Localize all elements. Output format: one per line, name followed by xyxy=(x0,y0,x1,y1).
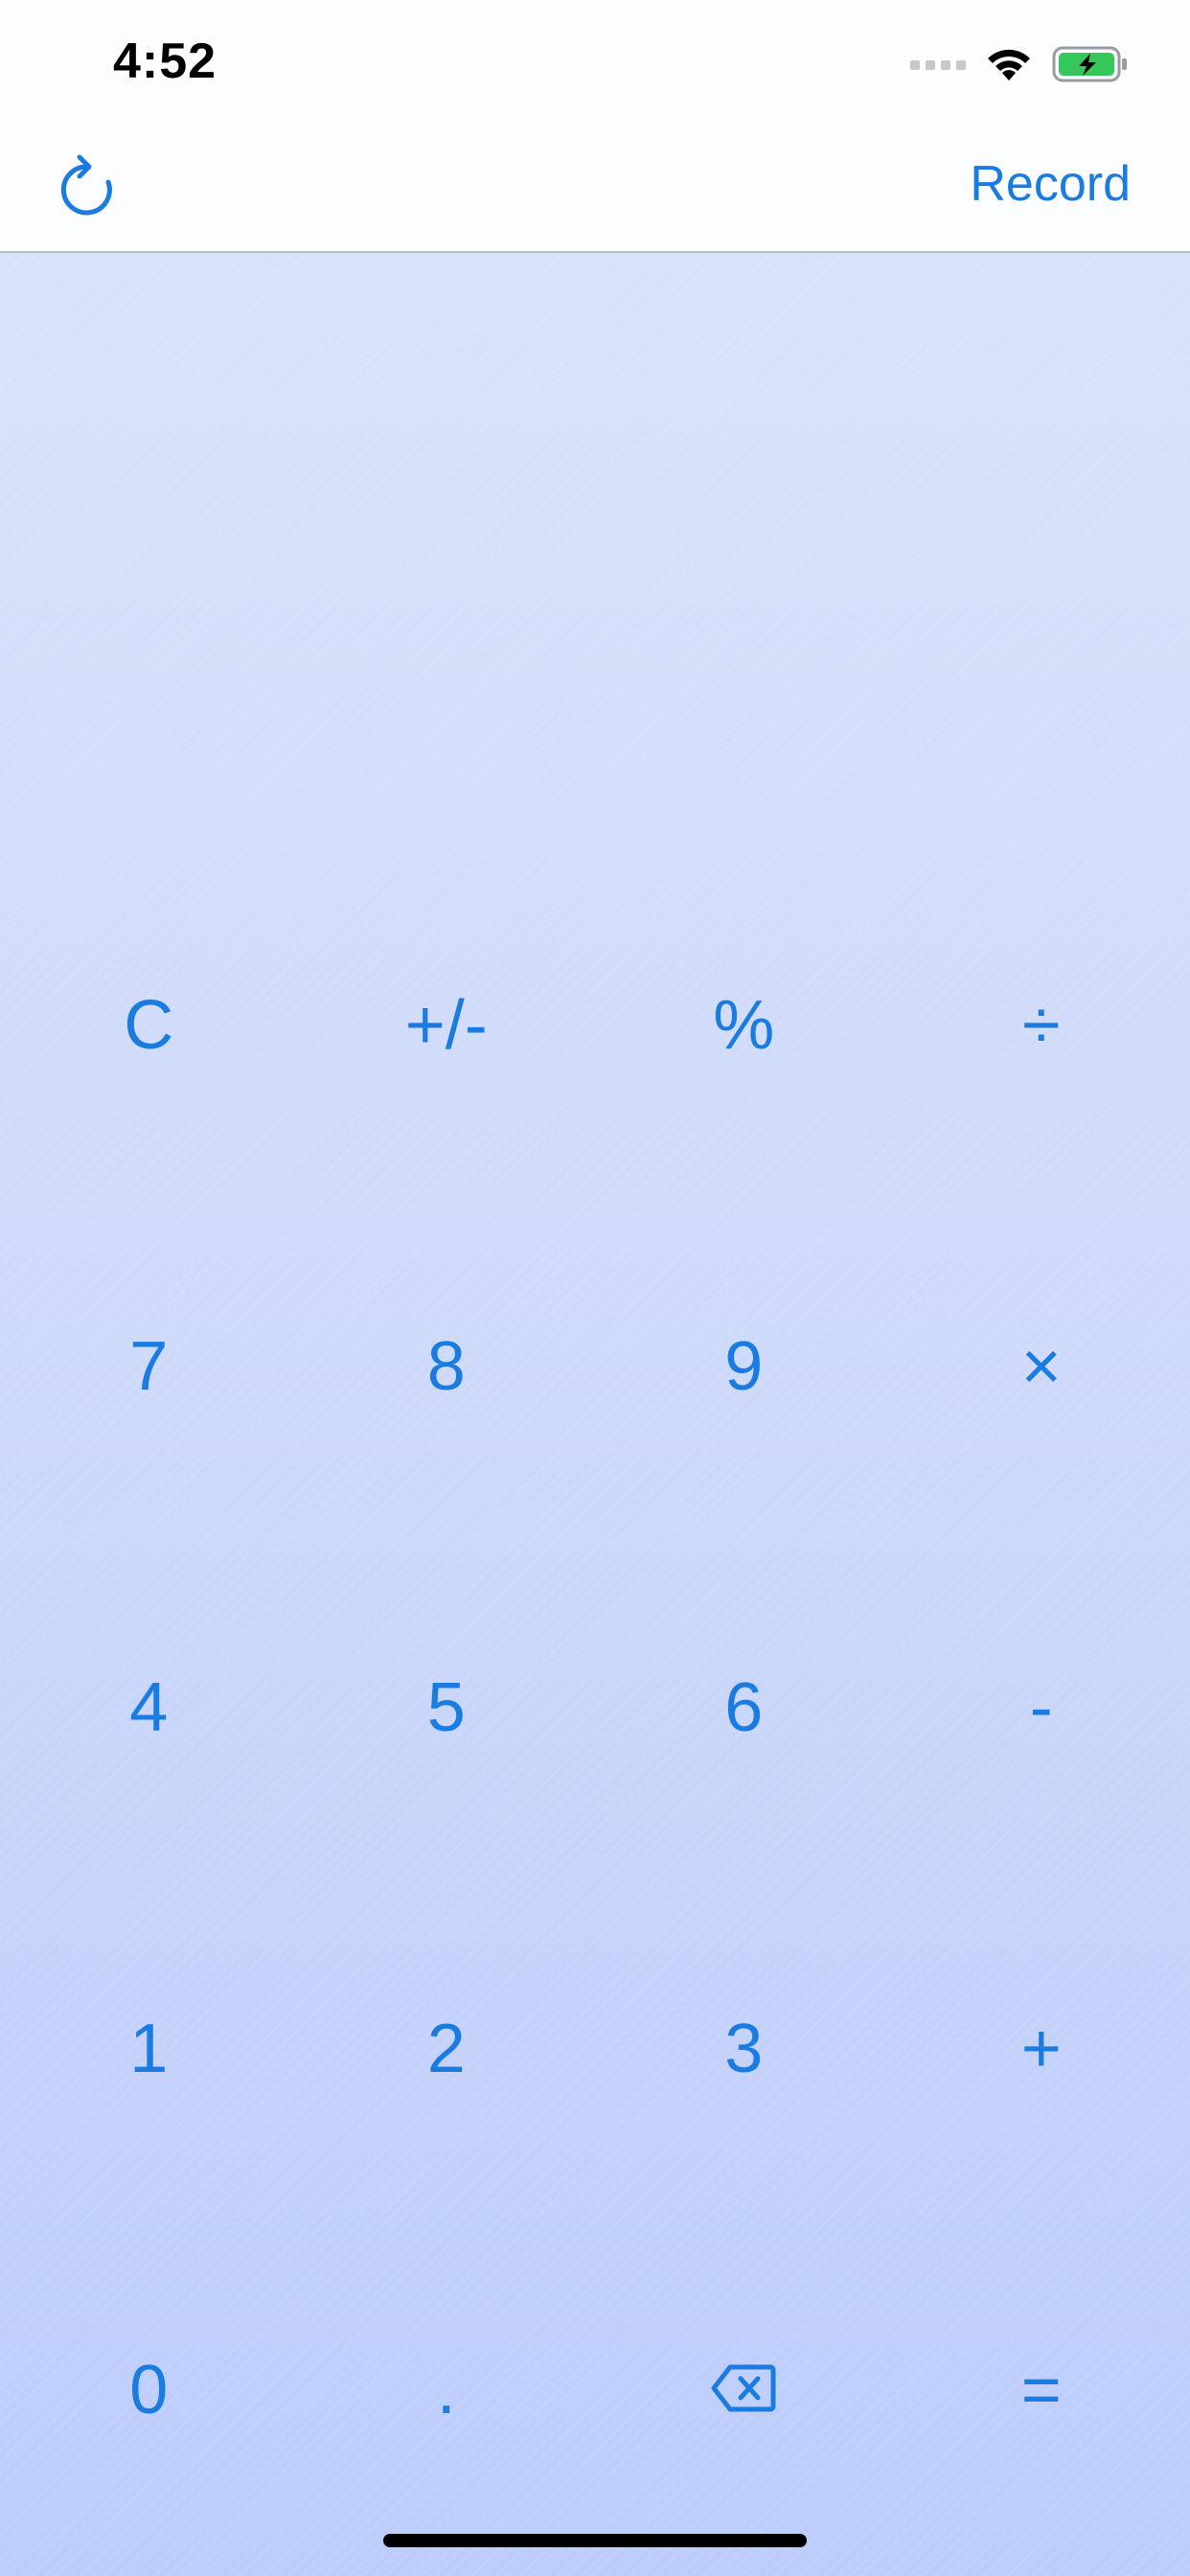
clear-key-label: C xyxy=(124,987,174,1064)
digit-7-key-label: 7 xyxy=(129,1328,169,1405)
digit-5-key[interactable]: 5 xyxy=(298,1537,596,1878)
calculator-body: C +/- % ÷ 7 8 9 × 4 5 6 - 1 2 3 + 0 . = xyxy=(0,253,1190,2576)
sign-toggle-key-label: +/- xyxy=(404,987,488,1064)
status-bar: 4:52 xyxy=(0,0,1190,126)
wifi-icon xyxy=(985,46,1033,87)
calculator-screen: 4:52 Record C +/- % ÷ 7 8 9 × 4 5 6 - 1 … xyxy=(0,0,1190,2576)
clear-key[interactable]: C xyxy=(0,855,298,1196)
digit-6-key-label: 6 xyxy=(724,1669,764,1746)
digit-4-key[interactable]: 4 xyxy=(0,1537,298,1878)
digit-3-key-label: 3 xyxy=(724,2011,764,2087)
multiply-key-label: × xyxy=(1020,1328,1062,1405)
equals-key[interactable]: = xyxy=(893,2220,1190,2561)
digit-5-key-label: 5 xyxy=(426,1669,466,1746)
equals-key-label: = xyxy=(1020,2352,1062,2428)
subtract-key[interactable]: - xyxy=(893,1537,1190,1878)
percent-key-label: % xyxy=(713,987,775,1064)
digit-1-key-label: 1 xyxy=(129,2011,169,2087)
digit-1-key[interactable]: 1 xyxy=(0,1878,298,2220)
digit-9-key[interactable]: 9 xyxy=(595,1196,893,1537)
digit-7-key[interactable]: 7 xyxy=(0,1196,298,1537)
sign-toggle-key[interactable]: +/- xyxy=(298,855,596,1196)
decimal-key[interactable]: . xyxy=(298,2220,596,2561)
backspace-icon xyxy=(711,2351,776,2429)
digit-0-key[interactable]: 0 xyxy=(0,2220,298,2561)
record-button[interactable]: Record xyxy=(970,155,1131,213)
keypad: C +/- % ÷ 7 8 9 × 4 5 6 - 1 2 3 + 0 . = xyxy=(0,855,1190,2561)
signal-dots-icon xyxy=(910,58,966,76)
refresh-button[interactable] xyxy=(56,151,123,228)
backspace-key[interactable] xyxy=(595,2220,893,2561)
percent-key[interactable]: % xyxy=(595,855,893,1196)
digit-2-key-label: 2 xyxy=(426,2011,466,2087)
divide-key-label: ÷ xyxy=(1021,987,1061,1064)
home-indicator xyxy=(383,2534,807,2547)
decimal-key-label: . xyxy=(436,2352,456,2428)
battery-charging-icon xyxy=(1052,46,1129,87)
nav-bar: Record xyxy=(0,126,1190,253)
subtract-key-label: - xyxy=(1029,1669,1053,1746)
digit-6-key[interactable]: 6 xyxy=(595,1537,893,1878)
digit-3-key[interactable]: 3 xyxy=(595,1878,893,2220)
digit-2-key[interactable]: 2 xyxy=(298,1878,596,2220)
refresh-icon xyxy=(58,153,120,227)
digit-8-key-label: 8 xyxy=(426,1328,466,1405)
add-key[interactable]: + xyxy=(893,1878,1190,2220)
add-key-label: + xyxy=(1020,2011,1062,2087)
multiply-key[interactable]: × xyxy=(893,1196,1190,1537)
digit-0-key-label: 0 xyxy=(129,2352,169,2428)
status-icons xyxy=(910,42,1129,90)
result-display xyxy=(57,445,1133,732)
digit-8-key[interactable]: 8 xyxy=(298,1196,596,1537)
divide-key[interactable]: ÷ xyxy=(893,855,1190,1196)
digit-9-key-label: 9 xyxy=(724,1328,764,1405)
status-time: 4:52 xyxy=(113,34,217,89)
digit-4-key-label: 4 xyxy=(129,1669,169,1746)
